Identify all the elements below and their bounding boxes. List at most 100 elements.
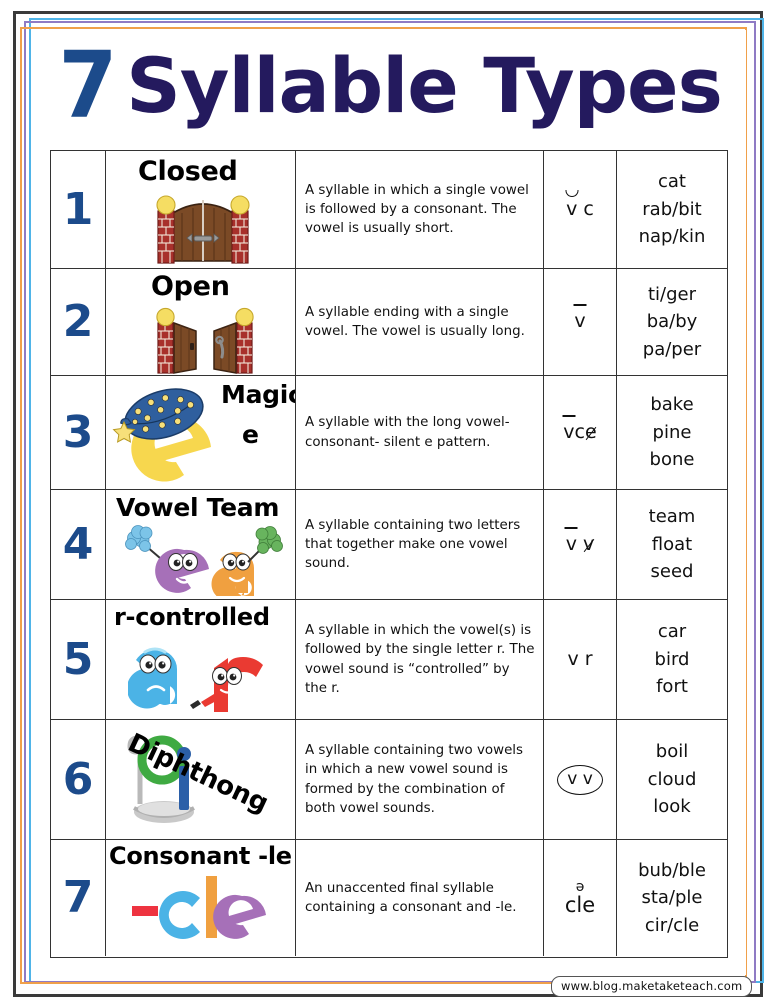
syllable-type-cell: Open	[106, 269, 296, 375]
closed-gate-icon	[156, 195, 250, 264]
row-number-cell: 4	[51, 490, 106, 599]
website-badge[interactable]: www.blog.maketaketeach.com	[551, 976, 753, 997]
example-word: ti/ger	[647, 283, 696, 305]
pattern-glyph: ə cle	[565, 878, 595, 916]
poster-page: 7 Syllable Types 1 Closed A syllable in …	[0, 0, 776, 1008]
table-row: 3 Magic e A syllable with the long vowel…	[51, 376, 727, 490]
example-word: float	[651, 533, 693, 555]
pattern-cell: v r	[544, 600, 617, 719]
pattern-cell: vce	[544, 376, 617, 489]
syllable-type-cell: r-controlled	[106, 600, 296, 719]
pattern-cell: v	[544, 269, 617, 375]
example-word: bird	[654, 648, 690, 670]
example-word: cir/cle	[644, 914, 700, 936]
table-row: 4 Vowel Team A syllable containing two l…	[51, 490, 727, 600]
pattern-part-vowel: v	[574, 310, 586, 333]
row-number: 6	[62, 753, 94, 805]
pattern-part-vowel: v	[567, 647, 579, 670]
row-number-cell: 3	[51, 376, 106, 489]
examples-cell: boil cloud look	[617, 720, 727, 839]
examples-list: cat rab/bit nap/kin	[639, 168, 706, 250]
row-number: 1	[62, 183, 94, 235]
pattern-cell: v v	[544, 490, 617, 599]
definition-cell: A syllable with the long vowel- consonan…	[296, 376, 544, 489]
syllable-type-label: Vowel Team	[116, 493, 280, 522]
title-number: 7	[58, 31, 118, 139]
row-number-cell: 5	[51, 600, 106, 719]
magic-e-wizard-icon	[112, 388, 211, 482]
table-row: 1 Closed A syllable in which a single vo…	[51, 151, 727, 269]
example-word: pine	[652, 421, 692, 443]
examples-cell: ti/ger ba/by pa/per	[617, 269, 727, 375]
vowel-team-cheerleaders-icon	[125, 525, 283, 596]
definition-cell: A syllable in which a single vowel is fo…	[296, 151, 544, 268]
pattern-part-vowel: v	[566, 197, 578, 220]
pattern-cell: ə cle	[544, 840, 617, 956]
table-row: 2 Open A syllable ending with a single v…	[51, 269, 727, 376]
syllable-type-label: Consonant -le	[109, 842, 292, 870]
example-word: nap/kin	[638, 226, 706, 248]
r-controlled-letters-icon	[128, 647, 263, 712]
definition-text: A syllable in which a single vowel is fo…	[305, 182, 529, 237]
example-word: cloud	[647, 768, 697, 790]
row-number: 2	[62, 296, 94, 347]
definition-text: A syllable in which the vowel(s) is foll…	[305, 623, 535, 696]
examples-cell: cat rab/bit nap/kin	[617, 151, 727, 268]
title-text: Syllable Types	[126, 40, 723, 130]
syllable-type-label-line2: e	[242, 420, 259, 449]
definition-cell: An unaccented final syllable containing …	[296, 840, 544, 956]
syllable-type-cell: Diphthong	[106, 720, 296, 839]
pattern-part-silent-e: e	[585, 420, 597, 443]
syllable-type-label: Magic	[221, 380, 296, 409]
row-number: 3	[62, 406, 94, 458]
row-number-cell: 7	[51, 840, 106, 956]
open-gate-icon	[156, 307, 254, 374]
syllable-type-label: Closed	[138, 156, 238, 187]
pattern-part-r: r	[584, 647, 593, 670]
consonant-le-letters-icon	[132, 876, 266, 939]
syllable-type-cell: Closed	[106, 151, 296, 268]
page-title: 7 Syllable Types	[32, 33, 746, 138]
examples-list: ti/ger ba/by pa/per	[643, 281, 701, 363]
example-word: look	[653, 796, 691, 818]
pattern-glyph: v r	[567, 647, 593, 671]
definition-text: A syllable with the long vowel- consonan…	[305, 415, 510, 450]
pattern-glyph: v	[574, 310, 586, 333]
definition-cell: A syllable containing two letters that t…	[296, 490, 544, 599]
pattern-glyph: v c	[566, 197, 594, 221]
example-word: car	[657, 621, 687, 643]
syllable-type-cell: Magic e	[106, 376, 296, 489]
pattern-part-vowel: v	[565, 532, 577, 555]
row-number: 7	[62, 872, 94, 923]
definition-cell: A syllable in which the vowel(s) is foll…	[296, 600, 544, 719]
example-word: seed	[650, 561, 694, 583]
pattern-part-vowel-pair: v v	[557, 764, 603, 795]
syllable-type-label: r-controlled	[114, 603, 270, 631]
pattern-part-vowel-silent: v	[583, 532, 595, 555]
syllable-type-cell: Vowel Team	[106, 490, 296, 599]
syllable-type-cell: Consonant -le	[106, 840, 296, 956]
table-row: 5 r-controlled A syllable in which the v…	[51, 600, 727, 720]
definition-text: An unaccented final syllable containing …	[305, 880, 517, 915]
pattern-cell: v v	[544, 720, 617, 839]
examples-cell: bub/ble sta/ple cir/cle	[617, 840, 727, 956]
example-word: cat	[658, 171, 686, 193]
example-word: pa/per	[642, 338, 702, 360]
pattern-glyph: vce	[563, 420, 597, 444]
pattern-glyph: v v	[557, 764, 603, 795]
example-word: sta/ple	[641, 887, 703, 909]
pattern-part-schwa: ə	[575, 878, 585, 895]
examples-cell: bake pine bone	[617, 376, 727, 489]
example-word: bake	[650, 394, 694, 416]
row-number: 4	[62, 518, 94, 570]
pattern-glyph: v v	[565, 532, 595, 556]
examples-cell: team float seed	[617, 490, 727, 599]
pattern-part-vowel: v	[563, 420, 575, 443]
examples-list: bub/ble sta/ple cir/cle	[638, 857, 706, 939]
table-row: 6 Diphthong A syllable containing two vo…	[51, 720, 727, 840]
examples-list: bake pine bone	[650, 391, 695, 473]
example-word: boil	[655, 741, 689, 763]
row-number-cell: 6	[51, 720, 106, 839]
examples-list: car bird fort	[655, 618, 690, 700]
pattern-cell: v c	[544, 151, 617, 268]
